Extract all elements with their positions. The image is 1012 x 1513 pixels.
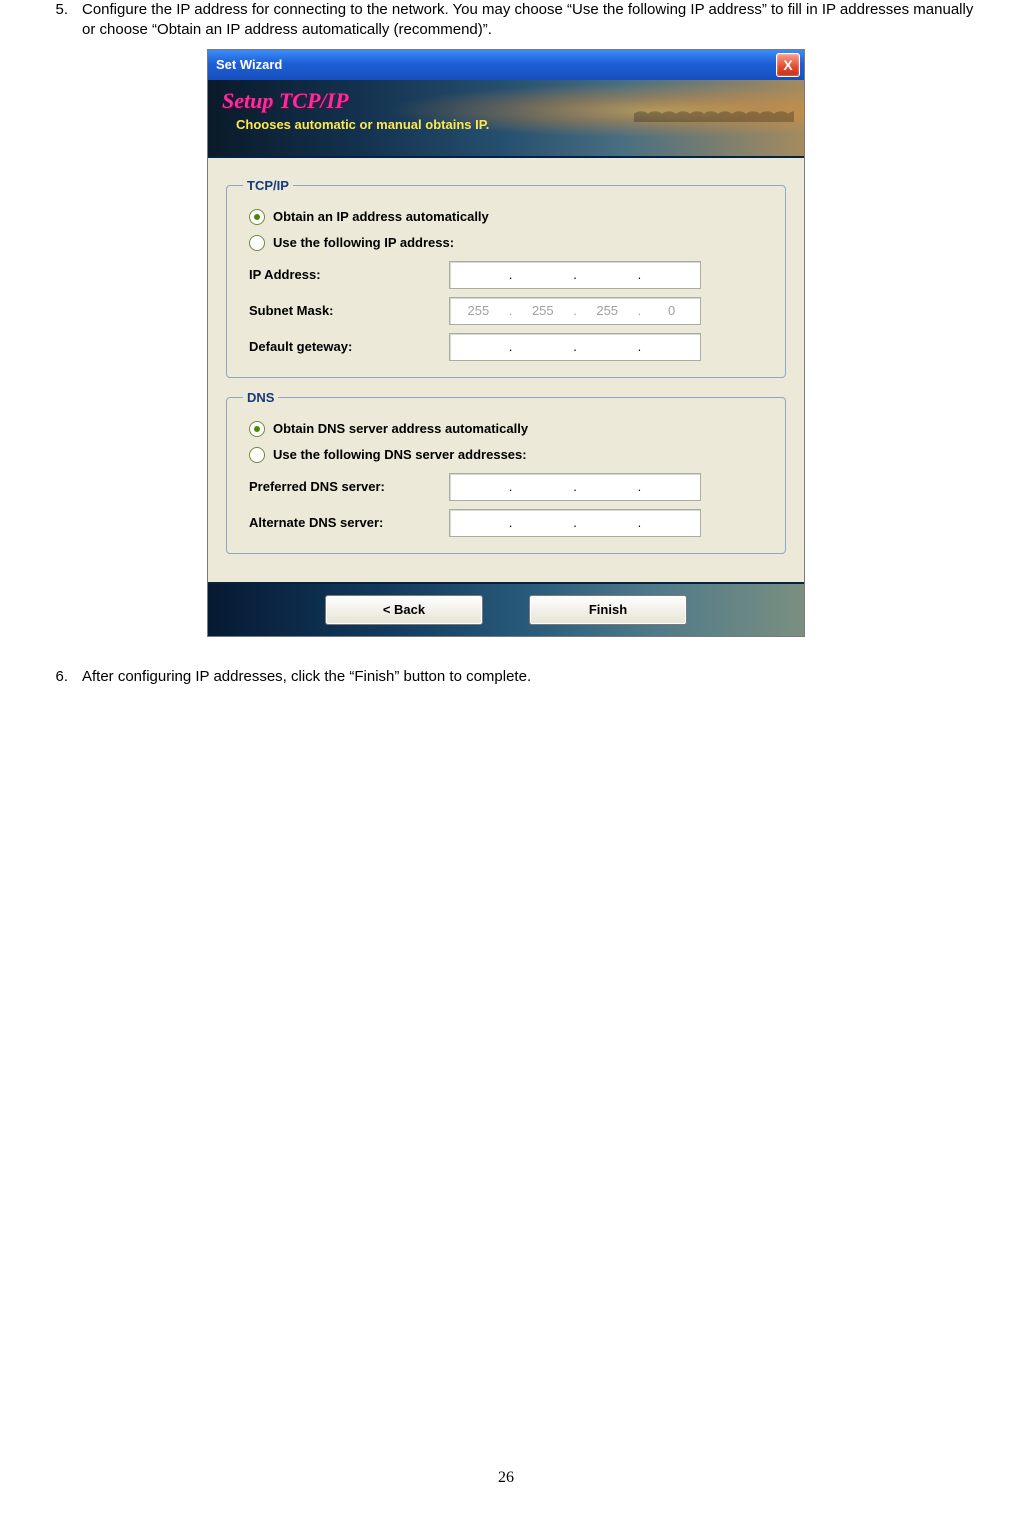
radio-dns-manual[interactable]: Use the following DNS server addresses: (249, 447, 769, 463)
radio-dns-auto[interactable]: Obtain DNS server address automatically (249, 421, 769, 437)
alternate-dns-label: Alternate DNS server: (249, 515, 449, 530)
dns-group: DNS Obtain DNS server address automatica… (226, 390, 786, 554)
radio-icon (249, 209, 265, 225)
step-5: 5. Configure the IP address for connecti… (30, 0, 982, 41)
dns-legend: DNS (243, 390, 278, 405)
radio-icon (249, 447, 265, 463)
default-gateway-label: Default geteway: (249, 339, 449, 354)
radio-ip-manual[interactable]: Use the following IP address: (249, 235, 769, 251)
radio-dns-manual-label: Use the following DNS server addresses: (273, 447, 527, 462)
subnet-mask-label: Subnet Mask: (249, 303, 449, 318)
window-titlebar[interactable]: Set Wizard X (208, 50, 804, 80)
preferred-dns-input[interactable]: . . . (449, 473, 701, 501)
alternate-dns-input[interactable]: . . . (449, 509, 701, 537)
set-wizard-window: Set Wizard X Setup TCP/IP Chooses automa… (207, 49, 805, 637)
banner-subtitle: Chooses automatic or manual obtains IP. (236, 117, 790, 132)
banner-title: Setup TCP/IP (222, 88, 790, 114)
radio-icon (249, 235, 265, 251)
wizard-banner: Setup TCP/IP Chooses automatic or manual… (208, 80, 804, 158)
step-6-number: 6. (30, 667, 82, 687)
radio-icon (249, 421, 265, 437)
subnet-mask-input[interactable]: 255. 255. 255. 0 (449, 297, 701, 325)
step-5-number: 5. (30, 0, 82, 41)
preferred-dns-label: Preferred DNS server: (249, 479, 449, 494)
close-icon: X (783, 57, 792, 73)
page-number: 26 (0, 1469, 1012, 1487)
finish-button[interactable]: Finish (529, 595, 687, 625)
radio-dns-auto-label: Obtain DNS server address automatically (273, 421, 528, 436)
window-title: Set Wizard (216, 57, 776, 72)
radio-ip-auto-label: Obtain an IP address automatically (273, 209, 489, 224)
step-6: 6. After configuring IP addresses, click… (30, 667, 982, 687)
ip-address-label: IP Address: (249, 267, 449, 282)
step-5-text: Configure the IP address for connecting … (82, 0, 982, 41)
tcpip-group: TCP/IP Obtain an IP address automaticall… (226, 178, 786, 378)
close-button[interactable]: X (776, 53, 800, 77)
radio-ip-auto[interactable]: Obtain an IP address automatically (249, 209, 769, 225)
default-gateway-input[interactable]: . . . (449, 333, 701, 361)
back-button[interactable]: < Back (325, 595, 483, 625)
step-6-text: After configuring IP addresses, click th… (82, 667, 982, 687)
wizard-button-bar: < Back Finish (208, 582, 804, 636)
ip-address-input[interactable]: . . . (449, 261, 701, 289)
radio-ip-manual-label: Use the following IP address: (273, 235, 454, 250)
tcpip-legend: TCP/IP (243, 178, 293, 193)
